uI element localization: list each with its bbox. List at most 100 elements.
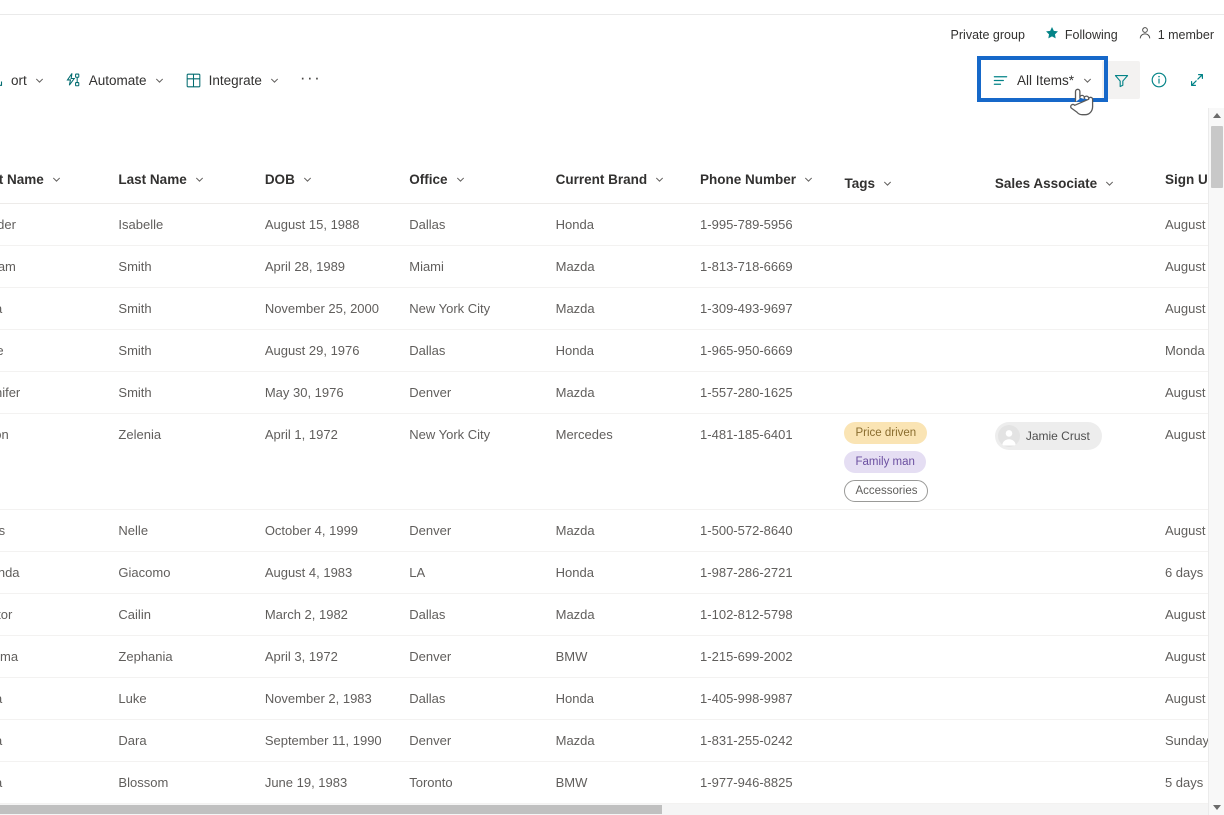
vertical-scrollbar-track[interactable] — [1209, 108, 1224, 815]
scroll-down-arrow-icon[interactable] — [1209, 799, 1224, 815]
command-bar-right: All Items* — [981, 58, 1216, 102]
column-header-sales-associate[interactable]: Sales Associate — [993, 163, 1163, 195]
export-icon — [0, 72, 4, 88]
cell-first-name: Jason — [0, 427, 9, 442]
table-row[interactable]: Jennifer Smith May 30, 1976 Denver Mazda 1-55… — [0, 372, 1224, 414]
cell-current-brand: Honda — [555, 343, 594, 358]
column-header-first-name[interactable]: First Name — [0, 163, 116, 195]
cell-phone-number: 1-987-286-2721 — [700, 565, 793, 580]
table-row[interactable]: Xander Isabelle August 15, 1988 Dallas Honda… — [0, 204, 1224, 246]
list-rows: Xander Isabelle August 15, 1988 Dallas Honda… — [0, 204, 1224, 804]
cell-office: New York City — [409, 427, 491, 442]
cell-dob: March 2, 1982 — [264, 607, 348, 622]
info-button[interactable] — [1140, 61, 1178, 99]
table-row[interactable]: CoraDara September 11, 1990 Denver Mazda 1-8… — [0, 720, 1224, 762]
table-row[interactable]: Jason Zelenia April 1, 1972 New York City Me… — [0, 414, 1224, 510]
cell-phone-number: 1-965-950-6669 — [700, 343, 793, 358]
cell-tags — [842, 330, 992, 338]
cell-first-name: Jennifer — [0, 385, 21, 400]
following-label: Following — [1064, 28, 1118, 42]
filter-button[interactable] — [1102, 61, 1140, 99]
chevron-down-icon — [654, 174, 665, 185]
column-header-label: Phone Number — [700, 171, 797, 187]
list-view-area: First Name Last Name DOB Office Current Bran… — [0, 102, 1224, 815]
table-row[interactable]: Chanda Giacomo August 4, 1983 LA Honda 1-987-… — [0, 552, 1224, 594]
privacy-label: Private group — [951, 27, 1025, 43]
chevron-down-icon — [882, 178, 893, 189]
members-button[interactable]: 1 member — [1138, 26, 1214, 44]
table-row[interactable]: William Smith April 28, 1989 Miami Mazda 1-81… — [0, 246, 1224, 288]
column-header-tags[interactable]: Tags — [842, 163, 992, 195]
column-header-dob[interactable]: DOB — [263, 163, 407, 195]
table-row[interactable]: CoraBlossom June 19, 1983 Toronto BMW 1-977-… — [0, 762, 1224, 804]
cell-last-name: Zelenia — [118, 427, 162, 442]
header-divider — [0, 14, 1224, 15]
sales-associate-persona[interactable]: Jamie Crust — [994, 422, 1102, 450]
cell-sales-associate: Jamie Crust — [993, 414, 1163, 451]
table-row[interactable]: Linus Nelle October 4, 1999 Denver Mazda 1-50… — [0, 510, 1224, 552]
column-header-label: DOB — [264, 171, 295, 187]
table-row[interactable]: Paloma Zephania April 3, 1972 Denver BMW 1-21… — [0, 636, 1224, 678]
cell-first-name: Linus — [0, 523, 6, 538]
cell-office: Dallas — [409, 217, 446, 232]
cell-dob: June 19, 1983 — [264, 775, 348, 790]
cell-dob: November 2, 1983 — [264, 691, 372, 706]
cell-last-name: Smith — [118, 259, 152, 274]
cell-last-name: Smith — [118, 343, 152, 358]
scroll-up-arrow-icon[interactable] — [1209, 108, 1224, 124]
export-label: ort — [11, 72, 27, 88]
column-header-row: First Name Last Name DOB Office Current Bran… — [0, 102, 1224, 204]
more-options-button[interactable]: ··· — [290, 62, 331, 98]
tag-pill: Accessories — [844, 480, 929, 502]
integrate-label: Integrate — [208, 72, 262, 88]
sharepoint-list-page: Private group Following 1 member ort Aut… — [0, 0, 1224, 815]
cell-first-name: Chanda — [0, 565, 20, 580]
table-row[interactable]: PriceSmith August 29, 1976 Dallas Honda 1-96… — [0, 330, 1224, 372]
automate-button[interactable]: Automate — [55, 62, 175, 98]
column-header-phone-number[interactable]: Phone Number — [698, 163, 842, 195]
site-header-meta: Private group Following 1 member — [951, 26, 1214, 44]
cell-current-brand: Mazda — [555, 259, 595, 274]
cell-tags — [842, 288, 992, 296]
horizontal-scrollbar[interactable] — [0, 804, 1208, 815]
chevron-down-icon — [455, 174, 466, 185]
cell-first-name: Cora — [0, 720, 116, 749]
view-selector-label: All Items* — [1016, 72, 1074, 88]
expand-button[interactable] — [1178, 61, 1216, 99]
vertical-scrollbar-thumb[interactable] — [1211, 126, 1223, 188]
cell-sales-associate — [993, 762, 1163, 770]
chevron-down-icon — [51, 174, 62, 185]
filter-icon — [1113, 72, 1130, 89]
export-button[interactable]: ort — [0, 62, 55, 98]
column-header-label: Sales Associate — [994, 175, 1098, 191]
column-header-office[interactable]: Office — [407, 163, 553, 195]
cell-current-brand: Mazda — [555, 733, 595, 748]
cell-tags — [842, 372, 992, 380]
cell-phone-number: 1-481-185-6401 — [700, 427, 793, 442]
person-icon — [1138, 26, 1152, 44]
view-selector[interactable]: All Items* — [981, 63, 1102, 97]
persona-name: Jamie Crust — [1025, 429, 1090, 443]
automate-label: Automate — [88, 72, 147, 88]
following-button[interactable]: Following — [1045, 26, 1118, 44]
cell-dob: April 3, 1972 — [264, 649, 338, 664]
table-row[interactable]: CoraLuke November 2, 1983 Dallas Honda 1-405… — [0, 678, 1224, 720]
cell-office: Dallas — [409, 607, 446, 622]
cell-current-brand: Mazda — [555, 385, 595, 400]
column-header-last-name[interactable]: Last Name — [116, 163, 262, 195]
integrate-icon — [185, 72, 202, 89]
cell-sales-associate — [993, 552, 1163, 560]
cell-phone-number: 1-500-572-8640 — [700, 523, 793, 538]
integrate-button[interactable]: Integrate — [175, 62, 290, 98]
table-row[interactable]: Hector Cailin March 2, 1982 Dallas Mazda 1-10… — [0, 594, 1224, 636]
vertical-scrollbar[interactable] — [1208, 108, 1224, 815]
horizontal-scrollbar-thumb[interactable] — [0, 805, 662, 814]
cell-sales-associate — [993, 678, 1163, 686]
cell-tags — [842, 762, 992, 770]
table-row[interactable]: CoraSmith November 25, 2000 New York City M… — [0, 288, 1224, 330]
chevron-down-icon — [269, 75, 280, 86]
cell-tags — [842, 510, 992, 518]
column-header-label: Office — [409, 171, 448, 187]
cell-current-brand: Mazda — [555, 607, 595, 622]
column-header-current-brand[interactable]: Current Brand — [554, 163, 698, 195]
